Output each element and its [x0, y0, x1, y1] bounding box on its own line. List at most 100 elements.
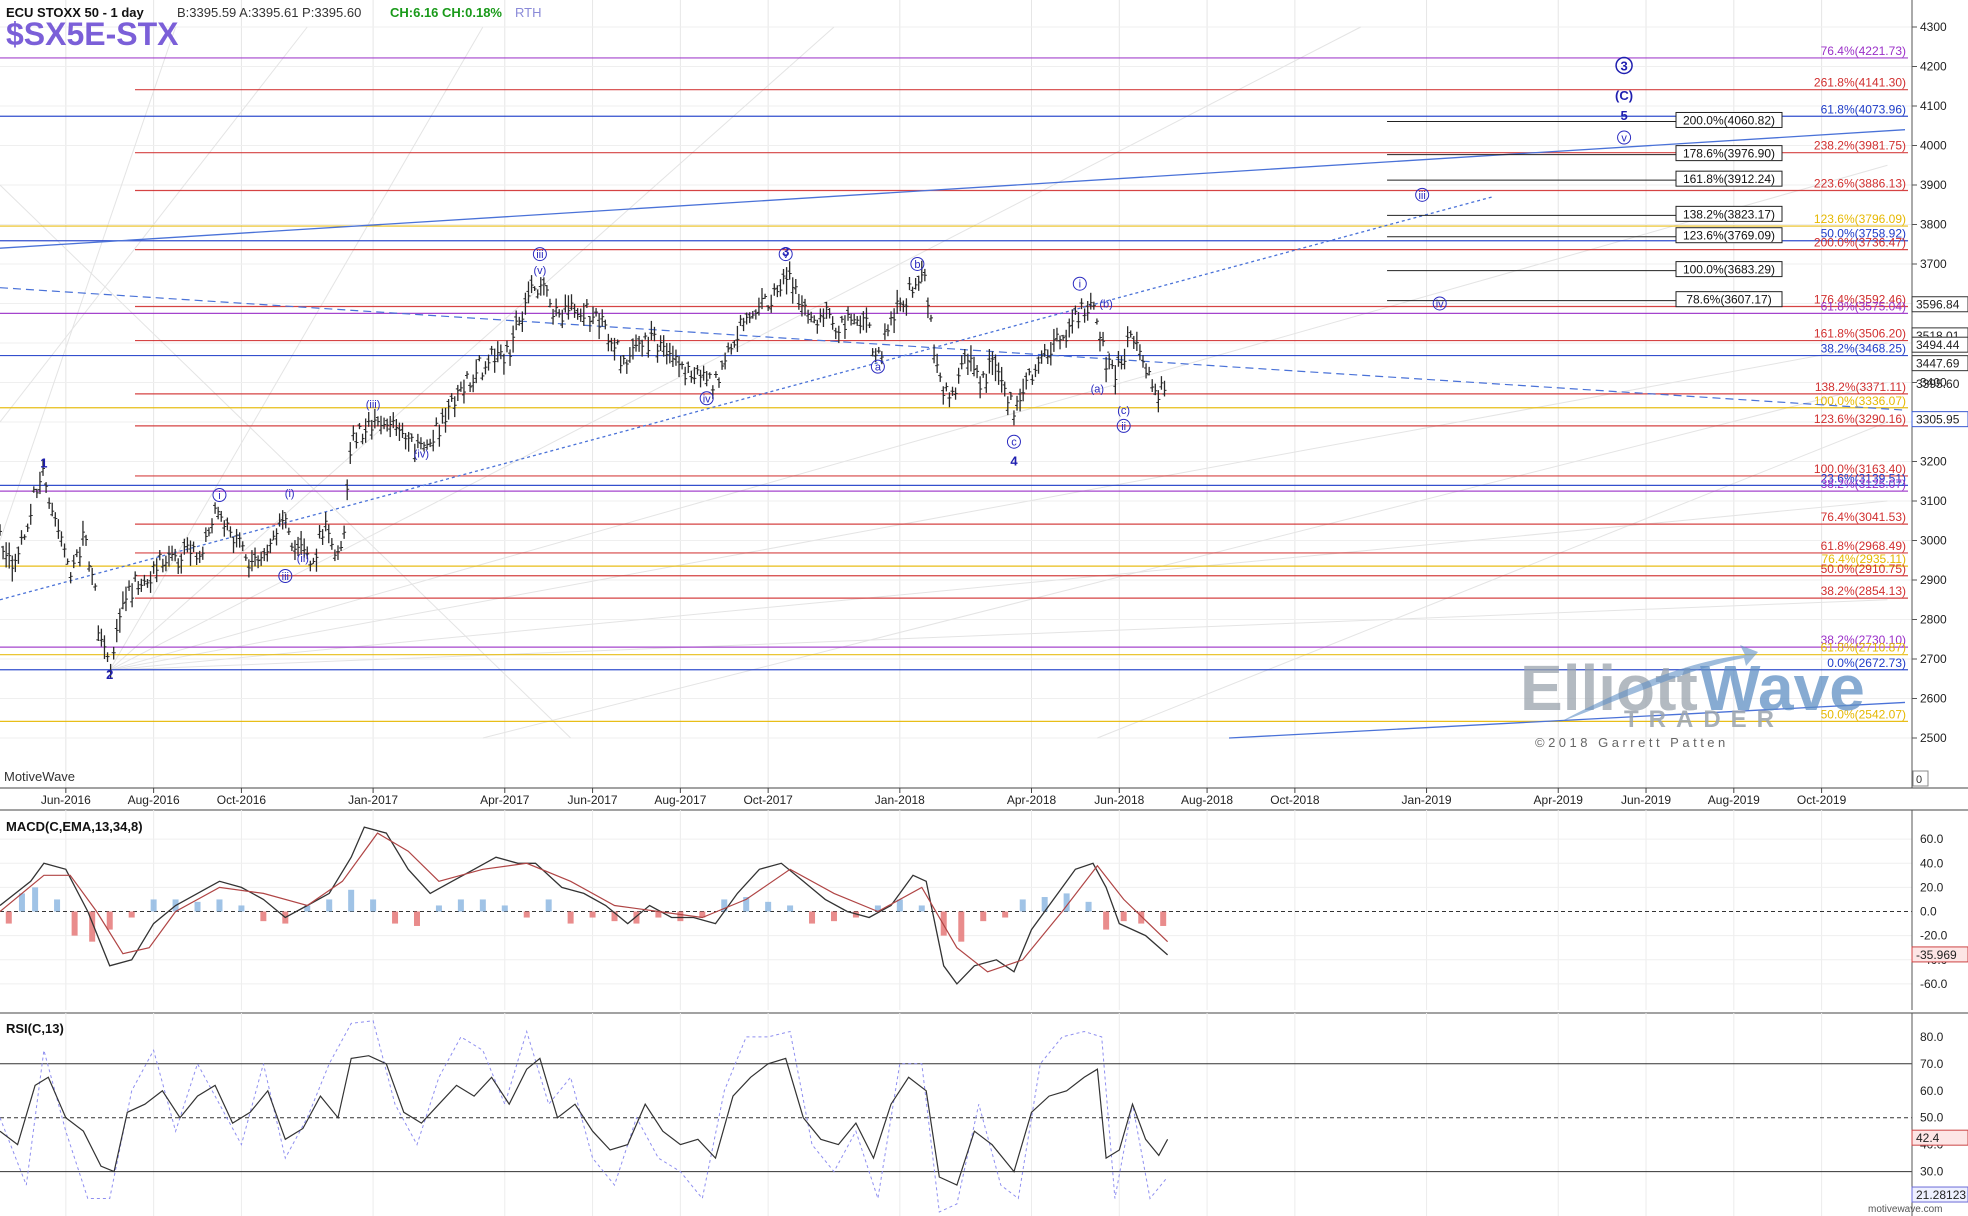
- wave-label: (v): [533, 265, 546, 277]
- macd-histogram-bar: [918, 905, 925, 912]
- wave-label: v: [1621, 133, 1627, 145]
- macd-histogram-bar: [457, 899, 464, 912]
- y-tick-label: 4100: [1920, 99, 1947, 113]
- x-tick-label: Apr-2017: [480, 793, 530, 807]
- motivewave-watermark: MotiveWave: [4, 769, 75, 784]
- wave-label: 5: [1620, 108, 1627, 123]
- projection-label: 138.2%(3823.17): [1683, 207, 1775, 221]
- wave-label: (c): [1117, 405, 1130, 417]
- macd-histogram-bar: [413, 911, 420, 926]
- quote-text: B:3395.59 A:3395.61 P:3395.60: [177, 5, 361, 20]
- wave-label: 1: [40, 455, 47, 470]
- macd-histogram-bar: [435, 905, 442, 912]
- x-tick-label: Jun-2019: [1621, 793, 1671, 807]
- session-label: RTH: [515, 5, 541, 20]
- y-tick-label: 4000: [1920, 139, 1947, 153]
- price-tag: 3395.60: [1916, 377, 1960, 391]
- x-tick-label: Jan-2019: [1402, 793, 1452, 807]
- price-tag: 3494.44: [1916, 338, 1960, 352]
- x-tick-label: Apr-2018: [1007, 793, 1057, 807]
- macd-histogram-bar: [589, 911, 596, 918]
- fib-level-label: 38.2%(3125.07): [1821, 477, 1906, 491]
- y-tick-label: 3100: [1920, 494, 1947, 508]
- macd-histogram-bar: [830, 911, 837, 922]
- fib-level-label: 61.8%(2968.49): [1821, 539, 1906, 553]
- macd-histogram-bar: [370, 899, 377, 912]
- macd-histogram-bar: [523, 911, 530, 918]
- wave-label: (i): [285, 488, 295, 500]
- wave-label: b: [914, 259, 920, 271]
- macd-histogram-bar: [1103, 911, 1110, 930]
- wave-label: 2: [106, 667, 113, 682]
- macd-histogram-bar: [787, 905, 794, 912]
- x-tick-label: Aug-2016: [128, 793, 180, 807]
- macd-histogram-bar: [128, 911, 135, 918]
- y-tick-label: 3800: [1920, 218, 1947, 232]
- macd-histogram-bar: [1019, 899, 1026, 912]
- fib-level-label: 123.6%(3290.16): [1814, 412, 1906, 426]
- fib-level-label: 261.8%(4141.30): [1814, 76, 1906, 90]
- fib-level-label: 38.2%(3468.25): [1821, 342, 1906, 356]
- wave-label: iv: [703, 393, 711, 405]
- macd-last-value: -35.969: [1916, 948, 1957, 962]
- y-tick-label: 4200: [1920, 60, 1947, 74]
- wave-label: (iv): [414, 449, 429, 461]
- macd-histogram-bar: [150, 899, 157, 912]
- y-tick-label: 2600: [1920, 692, 1947, 706]
- wave-label: (a): [1091, 383, 1104, 395]
- x-tick-label: Apr-2019: [1534, 793, 1584, 807]
- rsi-y-tick-label: 60.0: [1920, 1084, 1944, 1098]
- wave-label: ii: [1121, 421, 1126, 433]
- y-tick-label: 3000: [1920, 534, 1947, 548]
- wave-label: i: [1079, 279, 1081, 291]
- wave-label: (b): [1099, 298, 1112, 310]
- macd-y-tick-label: 40.0: [1920, 856, 1944, 870]
- macd-histogram-bar: [765, 901, 772, 912]
- fib-level-label: 61.8%(4073.96): [1821, 102, 1906, 116]
- x-tick-label: Jun-2018: [1094, 793, 1144, 807]
- wave-label: iii: [282, 571, 289, 583]
- rsi-y-tick-label: 70.0: [1920, 1057, 1944, 1071]
- fib-level-label: 138.2%(3371.11): [1815, 380, 1906, 394]
- wave-label: iii: [536, 249, 543, 261]
- price-tag: 3596.84: [1916, 298, 1960, 312]
- macd-histogram-bar: [545, 899, 552, 912]
- x-tick-label: Aug-2017: [654, 793, 706, 807]
- symbol-title: $SX5E-STX: [6, 16, 179, 52]
- macd-histogram-bar: [1085, 901, 1092, 912]
- projection-label: 178.6%(3976.90): [1683, 147, 1775, 161]
- y-tick-label: 3200: [1920, 455, 1947, 469]
- price-panel[interactable]: 76.4%(4221.73) 261.8%(4141.30) 61.8%(4073.…: [0, 0, 1968, 807]
- rsi-fast-value: 21.28123: [1916, 1188, 1966, 1202]
- y-tick-label: 2500: [1920, 731, 1947, 745]
- y-tick-label: 2900: [1920, 573, 1947, 587]
- zoom-reset-label: 0: [1916, 774, 1922, 786]
- fib-level-label: 38.2%(2854.13): [1821, 584, 1906, 598]
- y-tick-label: 2700: [1920, 652, 1947, 666]
- macd-histogram-bar: [32, 887, 39, 912]
- macd-histogram-bar: [1002, 911, 1009, 918]
- macd-histogram-bar: [392, 911, 399, 924]
- macd-histogram-bar: [980, 911, 987, 922]
- projection-label: 78.6%(3607.17): [1686, 293, 1771, 307]
- y-tick-label: 3900: [1920, 178, 1947, 192]
- macd-histogram-bar: [216, 899, 223, 912]
- x-tick-label: Oct-2019: [1797, 793, 1847, 807]
- rsi-title: RSI(C,13): [6, 1021, 64, 1036]
- logo-word-trader: TRADER: [1624, 706, 1784, 733]
- fib-level-label: 76.4%(4221.73): [1821, 44, 1906, 58]
- projection-label: 200.0%(4060.82): [1683, 113, 1775, 127]
- wave-label: i: [218, 490, 220, 502]
- fib-level-label: 238.2%(3981.75): [1814, 139, 1906, 153]
- rsi-last-value: 42.4: [1916, 1131, 1940, 1145]
- projection-label: 100.0%(3683.29): [1683, 263, 1775, 277]
- macd-y-tick-label: 60.0: [1920, 832, 1944, 846]
- wave-label: a: [875, 362, 882, 374]
- x-tick-label: Oct-2016: [217, 793, 267, 807]
- macd-histogram-bar: [567, 911, 574, 924]
- fib-level-label: 200.0%(3736.47): [1814, 236, 1906, 250]
- price-tag: 3305.95: [1916, 413, 1960, 427]
- chart-canvas: 76.4%(4221.73) 261.8%(4141.30) 61.8%(4073.…: [0, 0, 1968, 1216]
- macd-histogram-bar: [238, 905, 245, 912]
- macd-histogram-bar: [5, 911, 12, 924]
